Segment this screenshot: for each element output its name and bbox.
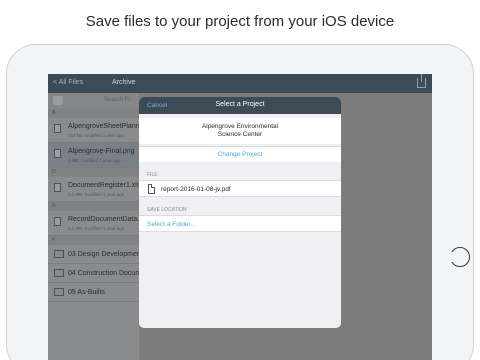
select-folder-button[interactable]: Select a Folder... (139, 215, 341, 232)
folder-icon (54, 250, 64, 258)
file-meta: 753 kB, modified 1 year ago (68, 133, 125, 138)
file-name: RecordDocumentData.xl (68, 216, 145, 223)
filter-icon[interactable] (53, 96, 63, 105)
file-list: Search Fi A AlpengroveSheetPlanning 753 … (48, 93, 149, 360)
search-row: Search Fi (48, 93, 139, 109)
back-button[interactable]: < All Files (53, 79, 83, 86)
folder-icon (54, 288, 64, 296)
breadcrumb: Archive (112, 79, 136, 86)
pdf-file-icon (148, 184, 155, 194)
section-header: # (48, 236, 139, 245)
list-item[interactable]: Alpengrove-Final.png 1 MB, modified 1 ye… (48, 143, 139, 168)
file-name: report-2016-01-08-jv.pdf (161, 186, 231, 193)
file-meta: 1 MB, modified 1 year ago (68, 158, 121, 163)
file-name: AlpengroveSheetPlanning (68, 123, 149, 130)
folder-name: 04 Construction Docum (68, 270, 142, 277)
search-input[interactable]: Search Fi (104, 97, 130, 103)
file-name: Alpengrove-Final.png (68, 148, 135, 155)
list-item[interactable]: 04 Construction Docum (48, 264, 142, 283)
dialog-header: Cancel Select a Project (139, 97, 341, 114)
file-meta: 1.1 MB, modified 1 year ago (68, 226, 125, 231)
file-section-label: FILE (147, 172, 158, 178)
dialog-title: Select a Project (215, 101, 265, 108)
section-header: R (48, 202, 139, 211)
list-item[interactable]: 03 Design Development (48, 245, 143, 264)
home-button[interactable] (449, 247, 470, 267)
section-header: D (48, 168, 139, 177)
change-project-button[interactable]: Change Project (139, 146, 341, 162)
share-icon[interactable] (417, 74, 426, 88)
headline: Save files to your project from your iOS… (85, 13, 395, 30)
file-meta: 1.1 MB, modified 1 year ago (68, 192, 125, 197)
select-folder-label: Select a Folder... (147, 221, 196, 228)
image-icon (54, 149, 61, 158)
section-header: A (48, 109, 139, 118)
project-name-line: Science Center (217, 131, 263, 138)
list-item[interactable]: DocumentRegister1.xlsx 1.1 MB, modified … (48, 177, 144, 202)
project-name: Alpengrove Environmental Science Center (139, 118, 341, 144)
list-item[interactable]: 05 As-Builts (48, 283, 139, 302)
folder-name: 03 Design Development (68, 251, 143, 258)
list-item[interactable]: RecordDocumentData.xl 1.1 MB, modified 1… (48, 211, 144, 236)
document-icon (54, 124, 61, 133)
file-name: DocumentRegister1.xlsx (68, 182, 144, 189)
folder-icon (54, 269, 64, 277)
file-item: report-2016-01-08-jv.pdf (139, 180, 341, 197)
spreadsheet-icon (54, 217, 61, 226)
folder-name: 05 As-Builts (68, 289, 105, 296)
spreadsheet-icon (54, 183, 61, 192)
save-location-label: SAVE LOCATION (147, 207, 187, 213)
project-name-line: Alpengrove Environmental (201, 123, 279, 130)
list-item[interactable]: AlpengroveSheetPlanning 753 kB, modified… (48, 118, 149, 143)
top-bar: < All Files Archive (48, 74, 432, 93)
select-project-dialog: Cancel Select a Project Alpengrove Envir… (139, 97, 341, 328)
